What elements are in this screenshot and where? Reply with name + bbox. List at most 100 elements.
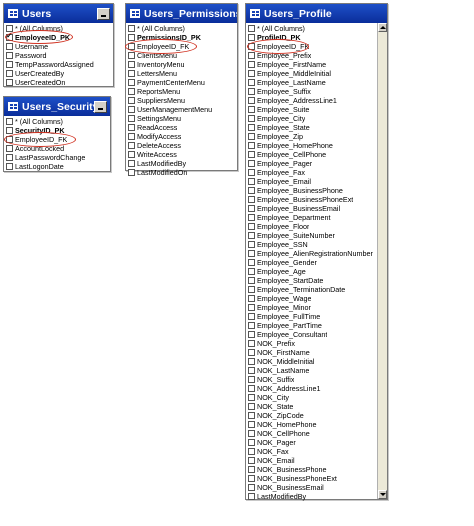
column-row[interactable]: SuppliersMenu: [128, 96, 235, 105]
users-security-title-bar[interactable]: Users_Security: [4, 97, 110, 116]
column-checkbox[interactable]: [248, 448, 255, 455]
column-checkbox[interactable]: [248, 277, 255, 284]
column-checkbox[interactable]: [248, 223, 255, 230]
column-checkbox[interactable]: [6, 145, 13, 152]
column-row[interactable]: Employee_CellPhone: [248, 150, 375, 159]
column-row[interactable]: LastLogonDate: [6, 162, 108, 171]
column-row[interactable]: LettersMenu: [128, 69, 235, 78]
column-row[interactable]: Employee_FirstName: [248, 60, 375, 69]
column-row[interactable]: SecurityID_PK: [6, 126, 108, 135]
column-row[interactable]: NOK_Fax: [248, 447, 375, 456]
column-checkbox[interactable]: [248, 358, 255, 365]
column-row[interactable]: NOK_Email: [248, 456, 375, 465]
users-security-table-box[interactable]: Users_Security * (All Columns) SecurityI…: [3, 96, 111, 172]
column-row[interactable]: EmployeeID_FK: [248, 42, 375, 51]
column-row[interactable]: Username: [6, 42, 111, 51]
column-row[interactable]: Employee_AlienRegistrationNumber: [248, 249, 375, 258]
scroll-up-arrow-icon[interactable]: [378, 23, 387, 32]
column-row[interactable]: Employee_Email: [248, 177, 375, 186]
column-row[interactable]: NOK_HomePhone: [248, 420, 375, 429]
column-row[interactable]: * (All Columns): [6, 24, 111, 33]
column-row[interactable]: NOK_FirstName: [248, 348, 375, 357]
vertical-scrollbar[interactable]: [377, 23, 387, 499]
column-checkbox[interactable]: [248, 124, 255, 131]
column-row[interactable]: Employee_State: [248, 123, 375, 132]
column-checkbox[interactable]: [248, 169, 255, 176]
column-checkbox[interactable]: [248, 412, 255, 419]
column-row[interactable]: NOK_ZipCode: [248, 411, 375, 420]
column-row[interactable]: NOK_Prefix: [248, 339, 375, 348]
column-checkbox[interactable]: [248, 61, 255, 68]
column-checkbox[interactable]: [128, 88, 135, 95]
column-row[interactable]: NOK_BusinessEmail: [248, 483, 375, 492]
column-row[interactable]: Employee_Gender: [248, 258, 375, 267]
column-checkbox[interactable]: [6, 43, 13, 50]
column-checkbox[interactable]: [248, 430, 255, 437]
column-row[interactable]: Employee_FullTime: [248, 312, 375, 321]
column-row[interactable]: NOK_Pager: [248, 438, 375, 447]
column-row[interactable]: * (All Columns): [248, 24, 375, 33]
column-checkbox[interactable]: [128, 133, 135, 140]
column-row[interactable]: ClientsMenu: [128, 51, 235, 60]
column-row[interactable]: Employee_Wage: [248, 294, 375, 303]
column-checkbox[interactable]: [248, 484, 255, 491]
column-checkbox[interactable]: [248, 187, 255, 194]
column-row[interactable]: Employee_MiddleInitial: [248, 69, 375, 78]
column-checkbox[interactable]: [128, 151, 135, 158]
column-checkbox[interactable]: [248, 403, 255, 410]
column-checkbox[interactable]: [248, 250, 255, 257]
column-checkbox[interactable]: [248, 97, 255, 104]
column-checkbox[interactable]: [6, 79, 13, 86]
column-checkbox[interactable]: [248, 385, 255, 392]
column-checkbox[interactable]: [248, 466, 255, 473]
column-row[interactable]: Employee_BusinessPhone: [248, 186, 375, 195]
column-row[interactable]: Employee_Department: [248, 213, 375, 222]
users-table-box[interactable]: Users * (All Columns) EmployeeID_PK User…: [3, 3, 114, 87]
column-row[interactable]: Employee_BusinessEmail: [248, 204, 375, 213]
column-row[interactable]: NOK_MiddleInitial: [248, 357, 375, 366]
column-row[interactable]: NOK_CellPhone: [248, 429, 375, 438]
column-row[interactable]: NOK_Suffix: [248, 375, 375, 384]
column-checkbox[interactable]: [128, 70, 135, 77]
column-checkbox[interactable]: [128, 160, 135, 167]
column-checkbox[interactable]: [248, 421, 255, 428]
column-row[interactable]: Employee_PartTime: [248, 321, 375, 330]
column-checkbox[interactable]: [248, 367, 255, 374]
column-row[interactable]: UserCreatedBy: [6, 69, 111, 78]
column-checkbox[interactable]: [248, 214, 255, 221]
column-checkbox[interactable]: [248, 160, 255, 167]
column-row[interactable]: Employee_Pager: [248, 159, 375, 168]
column-checkbox[interactable]: [128, 34, 135, 41]
column-row[interactable]: PermissionsID_PK: [128, 33, 235, 42]
column-checkbox[interactable]: [248, 376, 255, 383]
column-checkbox[interactable]: [6, 136, 13, 143]
column-checkbox[interactable]: [248, 493, 255, 500]
column-checkbox[interactable]: [248, 133, 255, 140]
column-checkbox[interactable]: [248, 394, 255, 401]
column-checkbox[interactable]: [248, 43, 255, 50]
column-row[interactable]: LastPasswordChange: [6, 153, 108, 162]
column-row[interactable]: Password: [6, 51, 111, 60]
users-profile-title-bar[interactable]: Users_Profile: [246, 4, 387, 23]
column-checkbox[interactable]: [248, 295, 255, 302]
column-checkbox[interactable]: [128, 79, 135, 86]
column-checkbox[interactable]: [6, 163, 13, 170]
column-checkbox[interactable]: [128, 52, 135, 59]
column-checkbox[interactable]: [128, 115, 135, 122]
column-row[interactable]: Employee_LastName: [248, 78, 375, 87]
column-row[interactable]: InventoryMenu: [128, 60, 235, 69]
column-row[interactable]: ReadAccess: [128, 123, 235, 132]
column-checkbox[interactable]: [248, 439, 255, 446]
column-row[interactable]: Employee_Floor: [248, 222, 375, 231]
column-checkbox[interactable]: [248, 70, 255, 77]
column-checkbox[interactable]: [128, 61, 135, 68]
column-row[interactable]: EmployeeID_PK: [6, 31, 111, 42]
column-checkbox[interactable]: [248, 349, 255, 356]
users-permissions-title-bar[interactable]: Users_Permissions: [126, 4, 237, 23]
column-checkbox[interactable]: [248, 340, 255, 347]
column-checkbox[interactable]: [248, 313, 255, 320]
column-checkbox[interactable]: [248, 151, 255, 158]
column-checkbox[interactable]: [248, 457, 255, 464]
column-row[interactable]: NOK_BusinessPhoneExt: [248, 474, 375, 483]
column-checkbox[interactable]: [248, 286, 255, 293]
